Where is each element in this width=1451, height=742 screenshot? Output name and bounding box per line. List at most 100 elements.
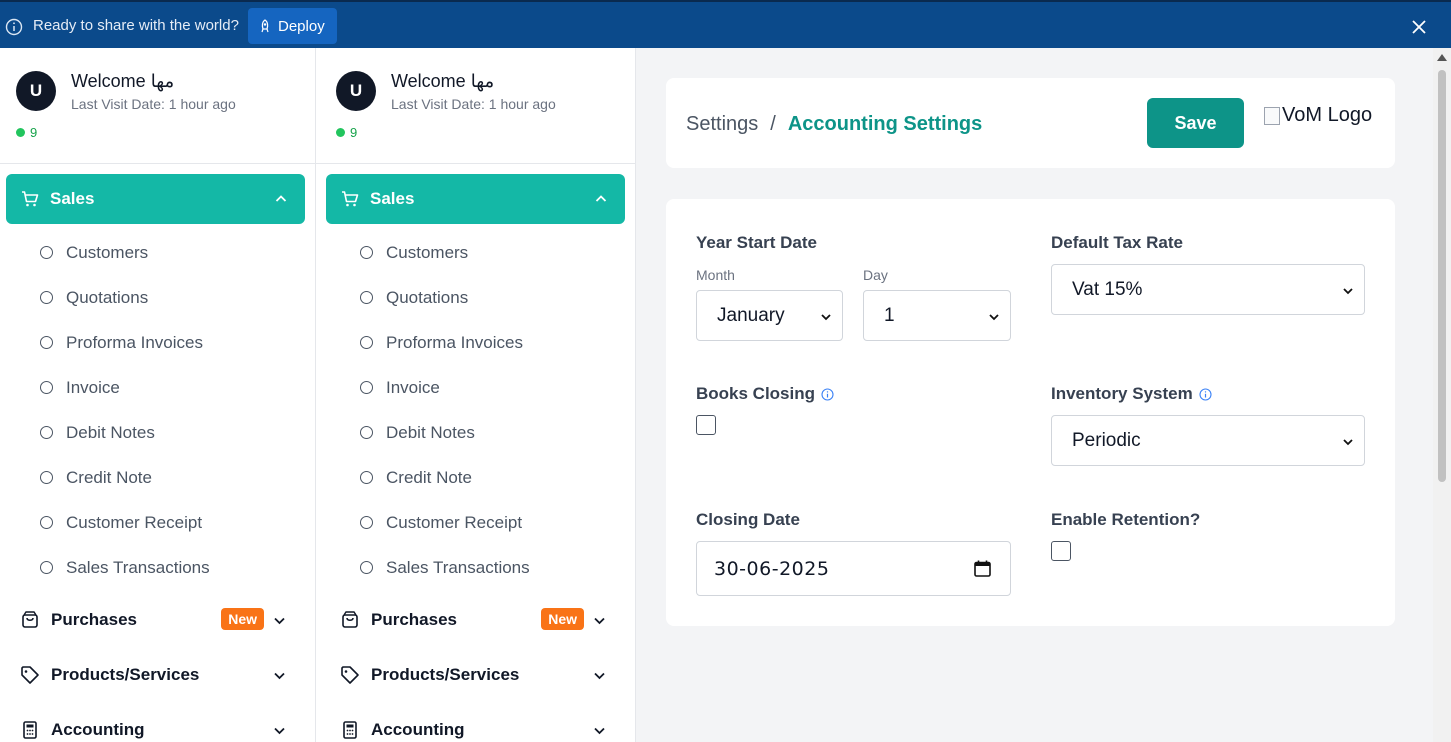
submenu-item-sales-transactions[interactable]: Sales Transactions bbox=[360, 545, 530, 590]
inventory-system-select[interactable]: Periodic bbox=[1051, 415, 1365, 466]
circle-icon bbox=[40, 561, 53, 574]
inventory-system-value: Periodic bbox=[1072, 429, 1141, 451]
breadcrumb-settings[interactable]: Settings bbox=[686, 113, 758, 136]
deploy-label: Deploy bbox=[278, 17, 325, 35]
submenu-item-customers[interactable]: Customers bbox=[360, 230, 530, 275]
submenu-label: Invoice bbox=[386, 377, 440, 397]
books-closing-checkbox[interactable] bbox=[696, 415, 716, 435]
circle-icon bbox=[40, 336, 53, 349]
inventory-system-text: Inventory System bbox=[1051, 384, 1193, 403]
deploy-button[interactable]: Deploy bbox=[248, 8, 337, 44]
banner-message: Ready to share with the world? bbox=[33, 17, 239, 34]
chevron-up-icon[interactable] bbox=[595, 193, 607, 205]
circle-icon bbox=[360, 336, 373, 349]
chevron-down-icon[interactable] bbox=[593, 614, 606, 627]
calculator-icon bbox=[343, 721, 357, 739]
sidebar-item-sales[interactable]: Sales bbox=[6, 174, 305, 224]
sidebar-item-label: Accounting bbox=[371, 720, 465, 739]
closing-date-value: 30-06-2025 bbox=[714, 557, 830, 580]
month-value: January bbox=[717, 304, 785, 326]
close-icon[interactable] bbox=[1410, 18, 1428, 36]
submenu-item-debit-notes[interactable]: Debit Notes bbox=[360, 410, 530, 455]
chevron-up-icon[interactable] bbox=[275, 193, 287, 205]
submenu-item-credit-note[interactable]: Credit Note bbox=[40, 455, 210, 500]
day-select[interactable]: 1 bbox=[863, 290, 1011, 341]
sidebar-item-products-services[interactable]: Products/Services bbox=[340, 655, 612, 695]
submenu-item-quotations[interactable]: Quotations bbox=[360, 275, 530, 320]
sidebar-item-products-services[interactable]: Products/Services bbox=[20, 655, 292, 695]
chevron-down-icon[interactable] bbox=[593, 724, 606, 737]
chevron-down-icon[interactable] bbox=[273, 724, 286, 737]
avatar[interactable]: U bbox=[336, 71, 376, 111]
chevron-down-icon[interactable] bbox=[273, 614, 286, 627]
submenu-label: Customer Receipt bbox=[66, 512, 203, 532]
online-indicator: 9 bbox=[336, 125, 357, 140]
calendar-icon[interactable] bbox=[973, 559, 992, 578]
submenu-item-sales-transactions[interactable]: Sales Transactions bbox=[40, 545, 210, 590]
sidebar-item-purchases[interactable]: Purchases New bbox=[20, 600, 292, 640]
submenu-item-invoice[interactable]: Invoice bbox=[40, 365, 210, 410]
closing-date-input[interactable]: 30-06-2025 bbox=[696, 541, 1011, 596]
circle-icon bbox=[40, 516, 53, 529]
submenu-item-customer-receipt[interactable]: Customer Receipt bbox=[40, 500, 210, 545]
circle-icon bbox=[40, 246, 53, 259]
submenu-item-invoice[interactable]: Invoice bbox=[360, 365, 530, 410]
sidebar-item-accounting[interactable]: Accounting bbox=[340, 710, 612, 742]
tag-icon bbox=[341, 666, 359, 684]
rocket-icon bbox=[261, 19, 269, 33]
status-dot bbox=[16, 128, 25, 137]
sales-submenu: Customers Quotations Proforma Invoices I… bbox=[360, 230, 530, 590]
circle-icon bbox=[40, 291, 53, 304]
user-panel: U Welcome مها Last Visit Date: 1 hour ag… bbox=[0, 48, 315, 164]
breadcrumb-separator: / bbox=[770, 113, 776, 135]
books-closing-label: Books Closing bbox=[696, 384, 834, 404]
info-icon[interactable] bbox=[1199, 387, 1212, 401]
cart-icon bbox=[22, 191, 39, 207]
submenu-item-proforma-invoices[interactable]: Proforma Invoices bbox=[360, 320, 530, 365]
chevron-down-icon[interactable] bbox=[593, 669, 606, 682]
sidebar-item-purchases[interactable]: Purchases New bbox=[340, 600, 612, 640]
save-button[interactable]: Save bbox=[1147, 98, 1244, 148]
circle-icon bbox=[360, 291, 373, 304]
cart-icon bbox=[342, 191, 359, 207]
submenu-item-customers[interactable]: Customers bbox=[40, 230, 210, 275]
submenu-label: Quotations bbox=[386, 287, 469, 307]
submenu-item-debit-notes[interactable]: Debit Notes bbox=[40, 410, 210, 455]
sidebar-item-label: Sales bbox=[370, 189, 415, 208]
scroll-up-arrow[interactable] bbox=[1437, 54, 1447, 61]
tax-rate-value: Vat 15% bbox=[1072, 278, 1143, 300]
tax-rate-select[interactable]: Vat 15% bbox=[1051, 264, 1365, 315]
chevron-down-icon[interactable] bbox=[273, 669, 286, 682]
submenu-label: Credit Note bbox=[386, 467, 472, 487]
chevron-down-icon bbox=[1343, 288, 1353, 295]
month-label: Month bbox=[696, 267, 735, 283]
day-value: 1 bbox=[884, 304, 895, 326]
circle-icon bbox=[40, 471, 53, 484]
scrollbar[interactable] bbox=[1433, 48, 1451, 742]
circle-icon bbox=[360, 381, 373, 394]
submenu-label: Proforma Invoices bbox=[66, 332, 203, 352]
sidebar-item-label: Purchases bbox=[51, 610, 137, 629]
submenu-label: Sales Transactions bbox=[386, 557, 530, 577]
logo: VoM Logo bbox=[1264, 104, 1372, 127]
submenu-label: Credit Note bbox=[66, 467, 152, 487]
submenu-item-customer-receipt[interactable]: Customer Receipt bbox=[360, 500, 530, 545]
submenu-label: Debit Notes bbox=[386, 422, 475, 442]
month-select[interactable]: January bbox=[696, 290, 843, 341]
info-icon[interactable] bbox=[821, 387, 834, 401]
welcome-text: Welcome مها bbox=[391, 71, 495, 91]
avatar[interactable]: U bbox=[16, 71, 56, 111]
enable-retention-checkbox[interactable] bbox=[1051, 541, 1071, 561]
circle-icon bbox=[360, 471, 373, 484]
sidebar-item-accounting[interactable]: Accounting bbox=[20, 710, 292, 742]
tag-icon bbox=[21, 666, 39, 684]
enable-retention-label: Enable Retention? bbox=[1051, 510, 1201, 529]
scrollbar-thumb[interactable] bbox=[1438, 70, 1446, 482]
page-title: Accounting Settings bbox=[787, 113, 983, 135]
submenu-item-proforma-invoices[interactable]: Proforma Invoices bbox=[40, 320, 210, 365]
submenu-label: Quotations bbox=[66, 287, 149, 307]
chevron-down-icon bbox=[821, 314, 831, 321]
submenu-item-credit-note[interactable]: Credit Note bbox=[360, 455, 530, 500]
sidebar-item-sales[interactable]: Sales bbox=[326, 174, 625, 224]
submenu-item-quotations[interactable]: Quotations bbox=[40, 275, 210, 320]
